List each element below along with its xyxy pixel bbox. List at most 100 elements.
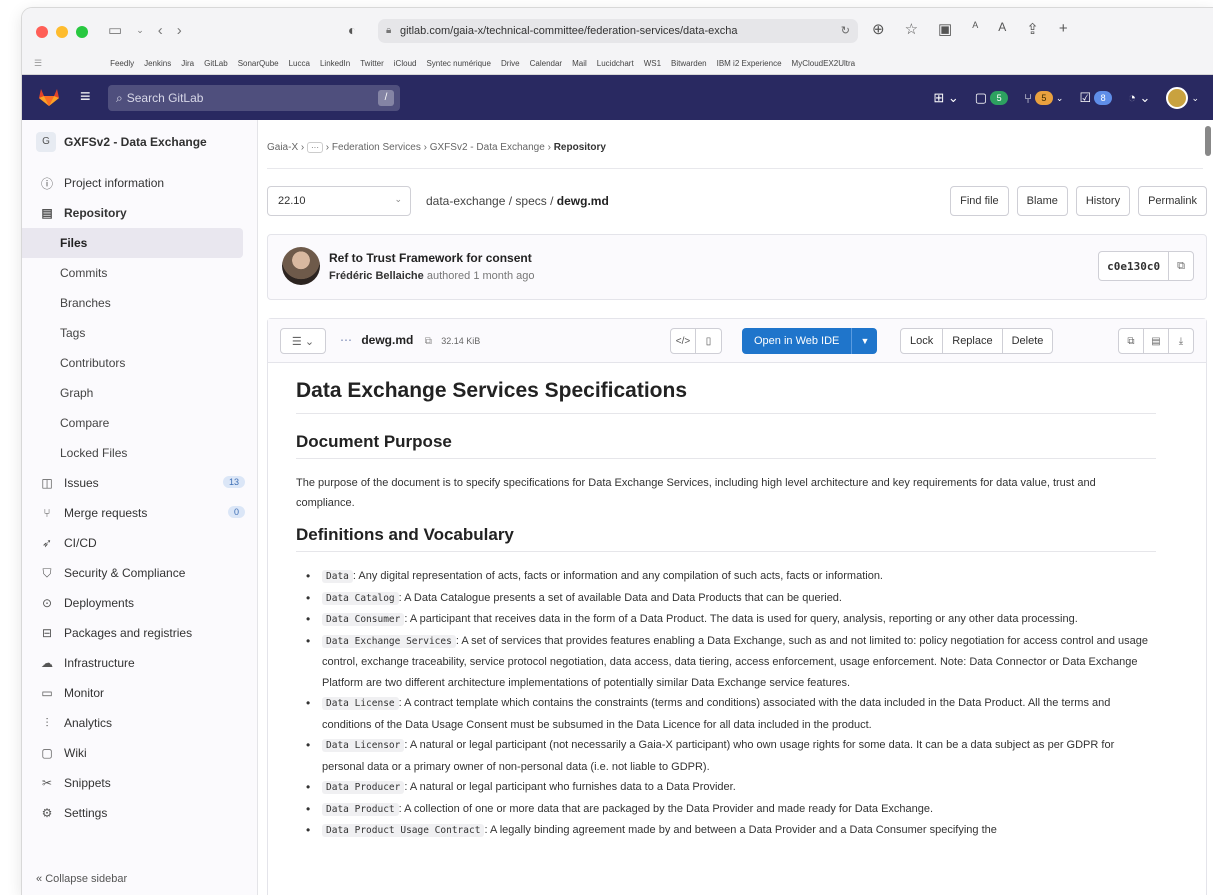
file-tree-toggle[interactable]: ☰ ⌄ bbox=[280, 328, 326, 354]
branch-selector[interactable]: 22.10 ⌄ bbox=[267, 186, 411, 216]
share-icon[interactable]: ⇪ bbox=[1026, 20, 1039, 38]
delete-button[interactable]: Delete bbox=[1001, 328, 1054, 354]
download-icon[interactable]: ⤓ bbox=[1168, 328, 1194, 354]
sidebar-item-graph[interactable]: Graph bbox=[22, 378, 257, 408]
download-icon[interactable]: ⊕ bbox=[872, 20, 885, 38]
bookmark-item[interactable]: Jira bbox=[181, 59, 194, 68]
sidebar-item-issues[interactable]: ◫ Issues 13 bbox=[22, 468, 257, 498]
commit-title[interactable]: Ref to Trust Framework for consent bbox=[329, 251, 532, 265]
sidebar-item-contributors[interactable]: Contributors bbox=[22, 348, 257, 378]
breadcrumb-root[interactable]: Gaia-X bbox=[267, 142, 298, 153]
user-menu[interactable]: ⌄ bbox=[1166, 87, 1199, 109]
merge-requests-counter[interactable]: ⑂ 5 ⌄ bbox=[1024, 91, 1063, 106]
copy-path-icon[interactable]: ⧉ bbox=[425, 336, 432, 347]
find-file-button[interactable]: Find file bbox=[950, 186, 1009, 216]
breadcrumb-ellipsis[interactable]: ··· bbox=[307, 142, 324, 153]
sidebar-item-label: Contributors bbox=[60, 356, 126, 370]
extension-icon[interactable]: ▣ bbox=[938, 20, 952, 38]
todos-counter[interactable]: ☑ 8 bbox=[1079, 90, 1113, 106]
history-button[interactable]: History bbox=[1075, 186, 1131, 216]
sidebar-item-files[interactable]: Files bbox=[22, 228, 243, 258]
chevron-down-icon[interactable]: ⌄ bbox=[136, 25, 144, 36]
display-rendered-icon[interactable]: ▯ bbox=[696, 328, 722, 354]
close-window-button[interactable] bbox=[36, 26, 48, 38]
issues-counter[interactable]: ▢ 5 bbox=[975, 90, 1009, 106]
bookmark-item[interactable]: Lucca bbox=[289, 59, 310, 68]
sidebar-item-merge-requests[interactable]: ⑂ Merge requests 0 bbox=[22, 498, 257, 528]
create-new-icon[interactable]: ⊞ ⌄ bbox=[933, 90, 958, 106]
page-scrollbar[interactable] bbox=[1205, 126, 1211, 156]
sidebar-item-branches[interactable]: Branches bbox=[22, 288, 257, 318]
sidebar-item-project-information[interactable]: ⓘ Project information bbox=[22, 168, 257, 198]
new-tab-icon[interactable]: + bbox=[1059, 20, 1068, 38]
star-icon[interactable]: ☆ bbox=[905, 20, 918, 38]
sidebar-item-wiki[interactable]: ▢ Wiki bbox=[22, 738, 257, 768]
replace-button[interactable]: Replace bbox=[942, 328, 1003, 354]
sidebar-item-snippets[interactable]: ✂ Snippets bbox=[22, 768, 257, 798]
help-icon[interactable]: ◔ ⌄ bbox=[1128, 90, 1150, 106]
commit-sha[interactable]: c0e130c0 bbox=[1099, 252, 1168, 280]
open-web-ide-button[interactable]: Open in Web IDE bbox=[742, 328, 852, 354]
open-raw-icon[interactable]: ▤ bbox=[1143, 328, 1169, 354]
bookmark-item[interactable]: MyCloudEX2Ultra bbox=[792, 59, 856, 68]
blame-button[interactable]: Blame bbox=[1016, 186, 1068, 216]
privacy-shield-icon[interactable]: ◐ bbox=[348, 22, 356, 38]
bookmark-item[interactable]: Lucidchart bbox=[597, 59, 634, 68]
bookmark-item[interactable]: iCloud bbox=[394, 59, 417, 68]
commit-author[interactable]: Frédéric Bellaiche bbox=[329, 270, 424, 282]
sidebar-toggle-icon[interactable]: ▭ bbox=[108, 21, 122, 39]
copy-contents-icon[interactable]: ⧉ bbox=[1118, 328, 1144, 354]
bookmark-item[interactable]: Syntec numérique bbox=[426, 59, 490, 68]
bookmark-item[interactable]: Calendar bbox=[530, 59, 562, 68]
bookmark-item[interactable]: Jenkins bbox=[144, 59, 171, 68]
collapse-sidebar-button[interactable]: « Collapse sidebar bbox=[36, 873, 127, 885]
bookmark-item[interactable]: GitLab bbox=[204, 59, 228, 68]
sidebar-item-repository[interactable]: ▤ Repository bbox=[22, 198, 257, 228]
permalink-button[interactable]: Permalink bbox=[1138, 186, 1207, 216]
menu-icon[interactable]: ≡ bbox=[80, 86, 91, 107]
display-source-icon[interactable]: </> bbox=[670, 328, 696, 354]
text-larger-icon[interactable]: A bbox=[998, 20, 1006, 38]
reload-icon[interactable]: ↻ bbox=[841, 24, 850, 37]
sidebar-item-monitor[interactable]: ▭ Monitor bbox=[22, 678, 257, 708]
chevron-down-icon[interactable]: ▼ bbox=[851, 328, 878, 354]
breadcrumb-parent[interactable]: Federation Services bbox=[332, 142, 421, 153]
sidebar-item-tags[interactable]: Tags bbox=[22, 318, 257, 348]
author-avatar[interactable] bbox=[282, 247, 320, 285]
lock-button[interactable]: Lock bbox=[900, 328, 944, 354]
forward-icon[interactable]: › bbox=[177, 22, 182, 39]
sidebar-item-compare[interactable]: Compare bbox=[22, 408, 257, 438]
bookmark-item[interactable]: Drive bbox=[501, 59, 520, 68]
text-smaller-icon[interactable]: A bbox=[972, 20, 978, 38]
address-bar[interactable]: 🔒︎ gitlab.com/gaia-x/technical-committee… bbox=[378, 19, 858, 43]
search-input[interactable]: ⌕ Search GitLab / bbox=[108, 85, 400, 111]
minimize-window-button[interactable] bbox=[56, 26, 68, 38]
sidebar-project-header[interactable]: G GXFSv2 - Data Exchange bbox=[36, 132, 207, 152]
bookmark-item[interactable]: Bitwarden bbox=[671, 59, 707, 68]
sidebar-item-settings[interactable]: ⚙ Settings bbox=[22, 798, 257, 828]
zoom-window-button[interactable] bbox=[76, 26, 88, 38]
sidebar-item-infrastructure[interactable]: ☁ Infrastructure bbox=[22, 648, 257, 678]
bookmarks-grid-icon[interactable]: ☰ bbox=[34, 58, 42, 69]
definition-text: : A natural or legal participant who fur… bbox=[404, 781, 736, 793]
path-repo[interactable]: data-exchange bbox=[426, 194, 505, 208]
back-icon[interactable]: ‹ bbox=[158, 22, 163, 39]
bookmark-item[interactable]: SonarQube bbox=[238, 59, 279, 68]
copy-icon[interactable]: ⧉ bbox=[1168, 252, 1193, 280]
breadcrumb-project[interactable]: GXFSv2 - Data Exchange bbox=[430, 142, 545, 153]
sidebar-item-analytics[interactable]: ⫶ Analytics bbox=[22, 708, 257, 738]
path-dir[interactable]: specs bbox=[515, 194, 546, 208]
sidebar-item-security[interactable]: ⛉ Security & Compliance bbox=[22, 558, 257, 588]
bookmark-item[interactable]: Mail bbox=[572, 59, 587, 68]
gitlab-logo-icon[interactable] bbox=[38, 87, 60, 107]
sidebar-item-commits[interactable]: Commits bbox=[22, 258, 257, 288]
sidebar-item-deployments[interactable]: ⊙ Deployments bbox=[22, 588, 257, 618]
sidebar-item-cicd[interactable]: ➶ CI/CD bbox=[22, 528, 257, 558]
bookmark-item[interactable]: Twitter bbox=[360, 59, 384, 68]
bookmark-item[interactable]: LinkedIn bbox=[320, 59, 350, 68]
bookmark-item[interactable]: WS1 bbox=[644, 59, 661, 68]
sidebar-item-packages[interactable]: ⊟ Packages and registries bbox=[22, 618, 257, 648]
sidebar-item-locked-files[interactable]: Locked Files bbox=[22, 438, 257, 468]
bookmark-item[interactable]: IBM i2 Experience bbox=[717, 59, 782, 68]
bookmark-item[interactable]: Feedly bbox=[110, 59, 134, 68]
